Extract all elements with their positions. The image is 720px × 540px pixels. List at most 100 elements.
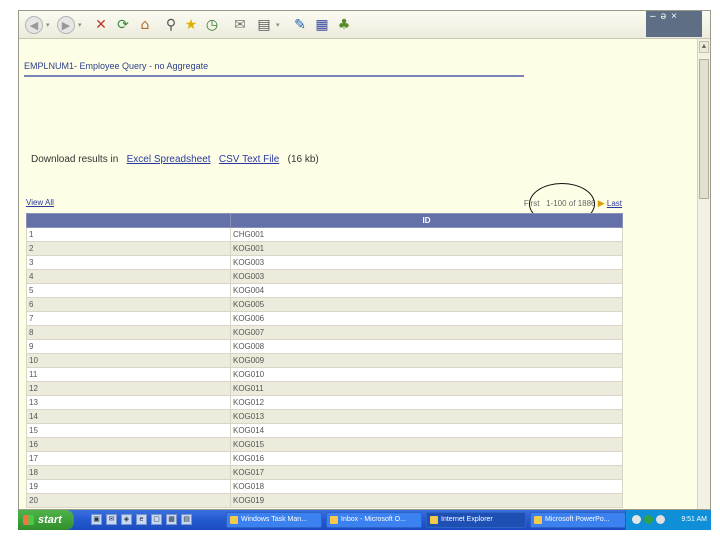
id-cell: KOG016	[230, 451, 623, 466]
close-icon[interactable]: ×	[671, 11, 677, 22]
table-row: 17 KOG016	[26, 451, 623, 466]
id-cell: KOG013	[230, 409, 623, 424]
pager-last[interactable]: Last	[607, 199, 622, 208]
history-icon[interactable]: ◷	[203, 16, 221, 34]
forward-icon[interactable]: ▶	[57, 16, 75, 34]
download-line: Download results in Excel Spreadsheet CS…	[31, 154, 319, 165]
id-cell: KOG001	[230, 241, 623, 256]
row-number-cell: 19	[26, 479, 231, 494]
show-desktop-icon[interactable]: ▣	[91, 514, 102, 525]
task-label: Inbox - Microsoft O...	[341, 516, 406, 523]
table-row: 20 KOG019	[26, 493, 623, 508]
table-row: 15 KOG014	[26, 423, 623, 438]
id-cell: KOG008	[230, 339, 623, 354]
task-label: Windows Task Man...	[241, 516, 308, 523]
quicklaunch-icon[interactable]: ◈	[121, 514, 132, 525]
csv-link[interactable]: CSV Text File	[219, 154, 279, 165]
column-header[interactable]	[26, 213, 231, 228]
security-icon[interactable]	[644, 515, 653, 524]
refresh-icon[interactable]: ⟳	[114, 16, 132, 34]
edit-icon[interactable]: ✎	[291, 16, 309, 34]
scroll-thumb[interactable]	[699, 59, 709, 199]
task-item[interactable]: Microsoft PowerPo...	[530, 512, 626, 528]
messenger-icon[interactable]: ♣	[335, 16, 353, 34]
print-icon[interactable]: ▤	[255, 16, 273, 34]
row-number-cell: 13	[26, 395, 231, 410]
task-icon	[330, 516, 338, 524]
row-number-cell: 15	[26, 423, 231, 438]
browser-window: ◀ ▾ ▶ ▾ ✕ ⟳ ⌂ ⚲ ★ ◷ ✉ ▤ ▾ ✎ ▦ ♣ – ǝ × ▲ EM…	[18, 10, 711, 510]
row-number-cell: 6	[26, 297, 231, 312]
row-number-cell: 4	[26, 269, 231, 284]
start-label: start	[38, 514, 62, 526]
table-row: 13 KOG012	[26, 395, 623, 410]
browser-toolbar: ◀ ▾ ▶ ▾ ✕ ⟳ ⌂ ⚲ ★ ◷ ✉ ▤ ▾ ✎ ▦ ♣ – ǝ ×	[19, 11, 710, 39]
title-divider	[24, 75, 524, 77]
back-dropdown-icon[interactable]: ▾	[46, 21, 52, 29]
mail-icon[interactable]: ✉	[231, 16, 249, 34]
explorer-icon[interactable]: ▢	[151, 514, 162, 525]
table-row: 4 KOG003	[26, 269, 623, 284]
id-cell: KOG017	[230, 465, 623, 480]
row-number-cell: 11	[26, 367, 231, 382]
row-number-cell: 9	[26, 339, 231, 354]
window-controls: – ǝ ×	[646, 11, 702, 37]
stop-icon[interactable]: ✕	[92, 16, 110, 34]
row-number-cell: 16	[26, 437, 231, 452]
row-number-cell: 12	[26, 381, 231, 396]
favorites-icon[interactable]: ★	[182, 16, 200, 34]
minimize-icon[interactable]: –	[650, 11, 656, 22]
task-item[interactable]: Inbox - Microsoft O...	[326, 512, 422, 528]
page-title: EMPLNUM1- Employee Query - no Aggregate	[24, 61, 209, 71]
id-cell: KOG010	[230, 367, 623, 382]
table-row: 7 KOG006	[26, 311, 623, 326]
discuss-icon[interactable]: ▦	[313, 16, 331, 34]
row-number-cell: 3	[26, 255, 231, 270]
column-header[interactable]: ID	[230, 213, 623, 228]
table-header-row: ID	[26, 213, 623, 228]
table-row: 10 KOG009	[26, 353, 623, 368]
table-row: 14 KOG013	[26, 409, 623, 424]
table-row: 19 KOG018	[26, 479, 623, 494]
powerpoint-icon[interactable]: ▦	[166, 514, 177, 525]
task-icon	[534, 516, 542, 524]
ie-quicklaunch-icon[interactable]: e	[136, 514, 147, 525]
id-cell: KOG007	[230, 325, 623, 340]
row-number-cell: 7	[26, 311, 231, 326]
id-cell: KOG005	[230, 297, 623, 312]
task-item[interactable]: Windows Task Man...	[226, 512, 322, 528]
volume-icon[interactable]	[656, 515, 665, 524]
calendar-icon[interactable]: ▤	[181, 514, 192, 525]
view-all-link[interactable]: View All	[26, 198, 54, 207]
table-row: 8 KOG007	[26, 325, 623, 340]
task-label: Microsoft PowerPo...	[545, 516, 610, 523]
table-row: 12 KOG011	[26, 381, 623, 396]
forward-dropdown-icon[interactable]: ▾	[78, 21, 84, 29]
id-cell: KOG006	[230, 311, 623, 326]
vertical-scrollbar[interactable]: ▲	[697, 39, 710, 509]
task-item[interactable]: Internet Explorer	[426, 512, 526, 528]
back-icon[interactable]: ◀	[25, 16, 43, 34]
outlook-icon[interactable]: ✉	[106, 514, 117, 525]
search-icon[interactable]: ⚲	[162, 16, 180, 34]
table-row: 16 KOG015	[26, 437, 623, 452]
row-number-cell: 5	[26, 283, 231, 298]
network-icon[interactable]	[632, 515, 641, 524]
task-icon	[430, 516, 438, 524]
table-row: 11 KOG010	[26, 367, 623, 382]
results-table: ID 1 CHG001 2 KOG001 3 KOG003 4 KOG003 5 KOG004 6 K…	[26, 213, 623, 508]
start-button[interactable]: start	[18, 510, 74, 530]
table-row: 2 KOG001	[26, 241, 623, 256]
scroll-up-icon[interactable]: ▲	[699, 41, 709, 53]
windows-flag-icon	[23, 515, 34, 525]
excel-link[interactable]: Excel Spreadsheet	[127, 154, 211, 165]
print-dropdown-icon[interactable]: ▾	[276, 21, 282, 29]
id-cell: KOG012	[230, 395, 623, 410]
maximize-icon[interactable]: ǝ	[661, 11, 667, 22]
home-icon[interactable]: ⌂	[136, 16, 154, 34]
id-cell: KOG011	[230, 381, 623, 396]
id-cell: KOG004	[230, 283, 623, 298]
id-cell: KOG015	[230, 437, 623, 452]
next-arrow-icon[interactable]: ▶	[598, 198, 605, 208]
row-number-cell: 17	[26, 451, 231, 466]
